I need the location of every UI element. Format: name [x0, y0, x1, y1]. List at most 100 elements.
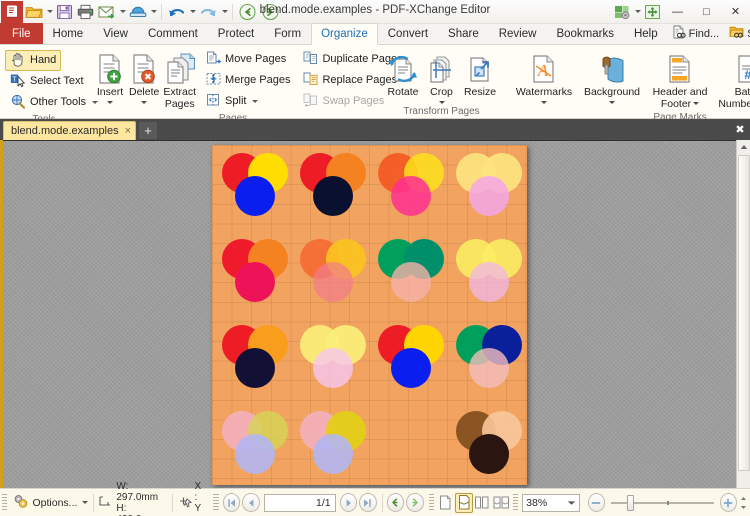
bates-numbering-button[interactable]: # Bates Numbering	[714, 49, 750, 111]
open-dropdown-caret[interactable]	[45, 10, 54, 13]
open-button[interactable]	[23, 1, 45, 23]
chevron-down-icon[interactable]	[141, 100, 148, 104]
document-tab-blend-mode-examples[interactable]: blend.mode.examples ×	[3, 121, 137, 140]
tab-comment[interactable]: Comment	[138, 23, 208, 44]
navigate-back-button[interactable]	[386, 493, 405, 512]
tab-bookmarks[interactable]: Bookmarks	[546, 23, 624, 44]
header-footer-button[interactable]: Header and Footer	[646, 49, 714, 111]
statusbar-grip-1[interactable]	[2, 493, 8, 512]
split-pages-button[interactable]: Split	[201, 91, 295, 112]
tab-organize[interactable]: Organize	[311, 23, 378, 45]
blend-group-difference	[376, 325, 454, 411]
options-button[interactable]: Options...	[9, 492, 91, 514]
fullscreen-button[interactable]	[642, 1, 663, 23]
customize-ui-caret[interactable]	[633, 10, 642, 13]
close-button[interactable]: ✕	[721, 0, 750, 24]
close-document-button[interactable]: ✖	[730, 119, 750, 140]
find-button[interactable]: Find...	[668, 24, 724, 43]
navigate-forward-button[interactable]	[406, 493, 424, 512]
chevron-down-icon[interactable]	[82, 501, 89, 504]
statusbar-grip-3[interactable]	[428, 493, 435, 512]
first-page-button[interactable]	[222, 493, 241, 512]
tab-help[interactable]: Help	[624, 23, 668, 44]
crop-pages-button[interactable]: Crop	[423, 49, 460, 105]
maximize-button[interactable]: □	[692, 0, 721, 24]
qat-divider	[161, 3, 162, 20]
statusbar-grip-2[interactable]	[213, 493, 219, 512]
tab-view[interactable]: View	[93, 23, 138, 44]
zoom-out-button[interactable]	[587, 493, 606, 512]
watermarks-button[interactable]: A Watermarks	[510, 49, 578, 105]
undo-button[interactable]	[165, 1, 188, 23]
chevron-down-icon[interactable]	[252, 100, 259, 103]
print-button[interactable]	[75, 1, 96, 23]
continuous-page-view-button[interactable]	[454, 492, 474, 513]
select-text-button[interactable]: T Select Text	[5, 71, 89, 92]
chevron-down-icon[interactable]	[567, 497, 576, 509]
scan-button[interactable]	[127, 1, 149, 23]
undo-dropdown-caret[interactable]	[188, 10, 197, 13]
page-height-label: H: 420.0mm	[116, 502, 158, 516]
forward-button[interactable]	[259, 1, 282, 23]
close-icon[interactable]: ×	[125, 126, 131, 137]
tab-file[interactable]: File	[0, 23, 43, 44]
chevron-down-icon[interactable]	[107, 100, 113, 104]
blend-circle-difference-2	[391, 348, 431, 388]
statusbar-grip-4[interactable]	[512, 493, 519, 512]
merge-pages-button[interactable]: Merge Pages	[201, 70, 295, 91]
zoom-slider[interactable]	[611, 494, 714, 511]
page-number-input[interactable]: 1/1	[263, 493, 336, 512]
move-pages-button[interactable]: Move Pages	[201, 49, 295, 70]
resize-pages-button[interactable]: Resize	[460, 49, 500, 100]
window-controls: — □ ✕	[612, 0, 750, 24]
zoom-in-button[interactable]	[719, 493, 738, 512]
vertical-scrollbar[interactable]	[736, 140, 750, 488]
two-page-continuous-view-button[interactable]	[492, 493, 511, 513]
background-button[interactable]: Background	[578, 49, 646, 105]
back-button[interactable]	[236, 1, 259, 23]
rotate-pages-button[interactable]: Rotate	[383, 49, 423, 100]
save-button[interactable]	[54, 1, 75, 23]
chevron-down-icon[interactable]	[541, 100, 547, 104]
tab-form[interactable]: Form	[264, 23, 311, 44]
tab-review[interactable]: Review	[489, 23, 547, 44]
scroll-up-button[interactable]	[737, 140, 750, 154]
chevron-down-icon[interactable]	[693, 101, 700, 105]
scan-dropdown-caret[interactable]	[149, 10, 158, 13]
chevron-down-icon[interactable]	[609, 100, 615, 104]
email-dropdown-caret[interactable]	[118, 10, 127, 13]
resize-pages-icon	[465, 52, 495, 86]
document-tab-bar: blend.mode.examples × + ✖	[0, 119, 750, 140]
zoom-level-select[interactable]: 38%	[522, 493, 580, 512]
search-button[interactable]: Search...	[725, 24, 750, 43]
single-page-view-button[interactable]	[436, 493, 454, 513]
tab-protect[interactable]: Protect	[208, 23, 264, 44]
ribbon-group-page-marks: A Watermarks Backgr	[505, 45, 750, 123]
tab-home[interactable]: Home	[43, 23, 94, 44]
tab-convert[interactable]: Convert	[378, 23, 438, 44]
email-button[interactable]	[96, 1, 118, 23]
pdf-page[interactable]	[212, 145, 527, 485]
last-page-button[interactable]	[359, 493, 377, 512]
insert-pages-button[interactable]: Insert	[93, 49, 127, 105]
redo-dropdown-caret[interactable]	[220, 10, 229, 13]
document-viewport[interactable]	[0, 140, 750, 488]
statusbar-resize-grip[interactable]	[739, 495, 748, 511]
new-tab-button[interactable]: +	[139, 122, 158, 139]
previous-page-button[interactable]	[242, 493, 260, 512]
app-logo[interactable]	[1, 0, 23, 23]
extract-pages-button[interactable]: Extract Pages	[161, 49, 198, 111]
chevron-down-icon[interactable]	[438, 100, 445, 104]
delete-pages-button[interactable]: Delete	[127, 49, 161, 105]
customize-ui-button[interactable]	[612, 1, 633, 23]
zoom-slider-thumb[interactable]	[627, 494, 635, 511]
hand-tool-button[interactable]: Hand	[5, 50, 62, 71]
scrollbar-thumb[interactable]	[738, 155, 750, 471]
redo-button[interactable]	[197, 1, 220, 23]
two-page-view-button[interactable]	[473, 493, 491, 513]
next-page-button[interactable]	[339, 493, 358, 512]
zoom-slider-tick	[667, 500, 670, 505]
blend-circle-hue-2	[235, 434, 275, 474]
tab-share[interactable]: Share	[438, 23, 489, 44]
minimize-button[interactable]: —	[663, 0, 692, 24]
